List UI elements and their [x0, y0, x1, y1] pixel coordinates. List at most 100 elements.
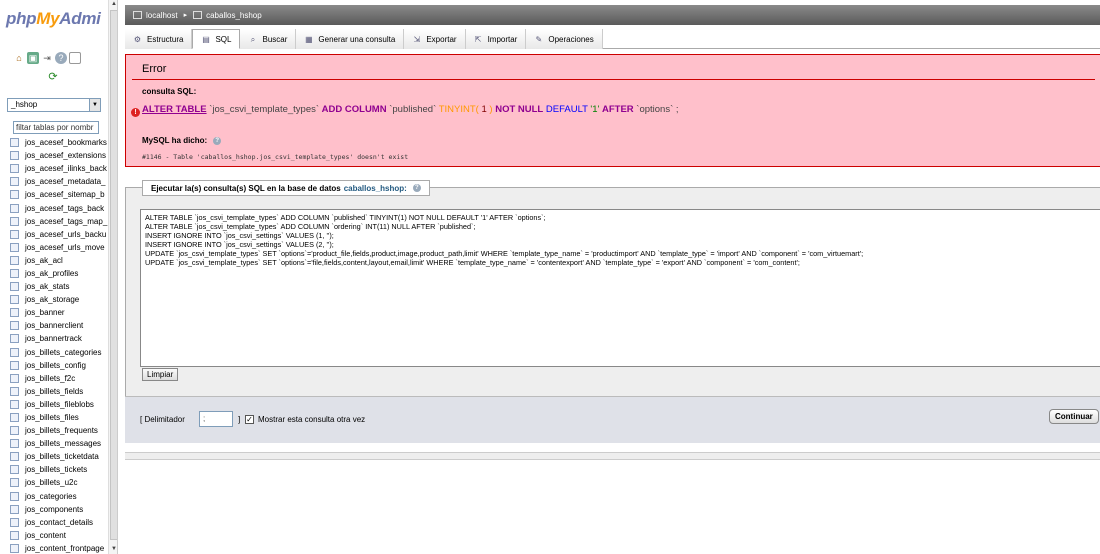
table-name[interactable]: jos_ak_acl	[25, 256, 63, 265]
table-icon[interactable]	[10, 504, 19, 514]
table-list-item[interactable]: jos_acesef_urls_move	[10, 241, 110, 254]
table-name[interactable]: jos_billets_fields	[25, 387, 83, 396]
help-icon[interactable]: ?	[412, 184, 421, 192]
help-icon[interactable]: ?	[55, 52, 67, 64]
logout-icon[interactable]: ⇥	[41, 52, 53, 64]
table-list-item[interactable]: jos_billets_tickets	[10, 463, 110, 476]
sql-keyword-alter-table-link[interactable]: ALTER TABLE	[142, 104, 207, 115]
table-icon[interactable]	[10, 491, 19, 501]
table-list-item[interactable]: jos_acesef_extensions	[10, 149, 110, 162]
home-icon[interactable]: ⌂	[13, 52, 25, 64]
show-query-again-checkbox[interactable]: ✓	[245, 415, 254, 424]
table-list-item[interactable]: jos_ak_profiles	[10, 267, 110, 280]
table-icon[interactable]	[10, 334, 19, 344]
table-icon[interactable]	[10, 426, 19, 436]
scroll-down-icon[interactable]: ▼	[110, 545, 117, 554]
table-icon[interactable]	[10, 229, 19, 239]
table-filter-input[interactable]: filtar tablas por nombr	[13, 121, 99, 134]
table-name[interactable]: jos_acesef_metadata_	[25, 177, 106, 186]
table-name[interactable]: jos_banner	[25, 308, 65, 317]
table-name[interactable]: jos_ak_storage	[25, 295, 79, 304]
table-name[interactable]: jos_bannerclient	[25, 321, 83, 330]
table-name[interactable]: jos_billets_config	[25, 361, 86, 370]
table-name[interactable]: jos_billets_fileblobs	[25, 400, 94, 409]
tab-operaciones[interactable]: ✎ Operaciones	[526, 29, 603, 49]
table-name[interactable]: jos_contact_details	[25, 518, 93, 527]
reload-icon[interactable]: ⟳	[47, 71, 59, 83]
table-list-item[interactable]: jos_bannertrack	[10, 332, 110, 345]
table-icon[interactable]	[10, 177, 19, 187]
table-list-item[interactable]: jos_acesef_urls_backu	[10, 228, 110, 241]
table-list-item[interactable]: jos_acesef_tags_map_	[10, 215, 110, 228]
table-list-item[interactable]: jos_bannerclient	[10, 319, 110, 332]
table-name[interactable]: jos_bannertrack	[25, 334, 82, 343]
table-name[interactable]: jos_billets_files	[25, 413, 79, 422]
tab-buscar[interactable]: ⌕ Buscar	[240, 29, 297, 49]
table-list-item[interactable]: jos_billets_f2c	[10, 372, 110, 385]
table-list-item[interactable]: jos_content	[10, 529, 110, 542]
table-icon[interactable]	[10, 151, 19, 161]
table-icon[interactable]	[10, 138, 19, 148]
table-icon[interactable]	[10, 452, 19, 462]
table-icon[interactable]	[10, 439, 19, 449]
table-list-item[interactable]: jos_billets_messages	[10, 437, 110, 450]
table-icon[interactable]	[10, 373, 19, 383]
documentation-icon[interactable]	[69, 52, 81, 64]
table-list-item[interactable]: jos_acesef_bookmarks	[10, 136, 110, 149]
table-icon[interactable]	[10, 164, 19, 174]
table-name[interactable]: jos_ak_stats	[25, 282, 69, 291]
tab-sql[interactable]: ▤ SQL	[192, 29, 241, 49]
continue-button[interactable]: Continuar	[1049, 409, 1099, 424]
table-icon[interactable]	[10, 543, 19, 553]
table-name[interactable]: jos_billets_messages	[25, 439, 101, 448]
table-name[interactable]: jos_billets_tickets	[25, 465, 87, 474]
left-scrollbar[interactable]: ▲ ▼	[108, 0, 117, 554]
table-list-item[interactable]: jos_billets_u2c	[10, 476, 110, 489]
table-name[interactable]: jos_acesef_bookmarks	[25, 138, 107, 147]
table-name[interactable]: jos_components	[25, 505, 83, 514]
table-list-item[interactable]: jos_billets_files	[10, 411, 110, 424]
table-icon[interactable]	[10, 517, 19, 527]
table-icon[interactable]	[10, 413, 19, 423]
table-list-item[interactable]: jos_billets_fields	[10, 385, 110, 398]
clear-button[interactable]: Limpiar	[142, 368, 179, 381]
table-name[interactable]: jos_acesef_extensions	[25, 151, 106, 160]
table-list-item[interactable]: jos_components	[10, 503, 110, 516]
table-list-item[interactable]: jos_billets_categories	[10, 346, 110, 359]
sql-query-window-icon[interactable]: ▣	[27, 52, 39, 64]
table-list-item[interactable]: jos_content_frontpage	[10, 542, 110, 554]
table-icon[interactable]	[10, 399, 19, 409]
show-query-again-label[interactable]: Mostrar esta consulta otra vez	[258, 415, 365, 424]
tab-exportar[interactable]: ⇲ Exportar	[404, 29, 466, 49]
table-list-item[interactable]: jos_acesef_metadata_	[10, 175, 110, 188]
help-icon[interactable]: ?	[213, 136, 222, 145]
table-icon[interactable]	[10, 190, 19, 200]
table-icon[interactable]	[10, 242, 19, 252]
table-name[interactable]: jos_categories	[25, 492, 77, 501]
table-name[interactable]: jos_content_frontpage	[25, 544, 104, 553]
table-icon[interactable]	[10, 216, 19, 226]
tab-generar-una-consulta[interactable]: ▦ Generar una consulta	[296, 29, 405, 49]
delimiter-input[interactable]: ;	[199, 411, 233, 427]
breadcrumb-database[interactable]: caballos_hshop	[206, 11, 262, 20]
table-name[interactable]: jos_acesef_urls_backu	[25, 230, 106, 239]
table-name[interactable]: jos_acesef_urls_move	[25, 243, 105, 252]
table-list-item[interactable]: jos_ak_acl	[10, 254, 110, 267]
tab-importar[interactable]: ⇱ Importar	[465, 29, 527, 49]
table-list-item[interactable]: jos_billets_fileblobs	[10, 398, 110, 411]
table-name[interactable]: jos_acesef_tags_map_	[25, 217, 107, 226]
table-list-item[interactable]: jos_banner	[10, 306, 110, 319]
table-name[interactable]: jos_content	[25, 531, 66, 540]
table-icon[interactable]	[10, 530, 19, 540]
table-list-item[interactable]: jos_acesef_ilinks_back	[10, 162, 110, 175]
sql-query-textarea[interactable]: ALTER TABLE `jos_csvi_template_types` AD…	[140, 209, 1100, 367]
database-select[interactable]: _hshop ▼	[7, 98, 101, 112]
table-name[interactable]: jos_ak_profiles	[25, 269, 78, 278]
scroll-up-icon[interactable]: ▲	[110, 0, 117, 9]
table-name[interactable]: jos_billets_ticketdata	[25, 452, 99, 461]
table-icon[interactable]	[10, 360, 19, 370]
table-list-item[interactable]: jos_categories	[10, 490, 110, 503]
breadcrumb-server[interactable]: localhost	[146, 11, 178, 20]
table-list-item[interactable]: jos_billets_ticketdata	[10, 450, 110, 463]
table-icon[interactable]	[10, 203, 19, 213]
